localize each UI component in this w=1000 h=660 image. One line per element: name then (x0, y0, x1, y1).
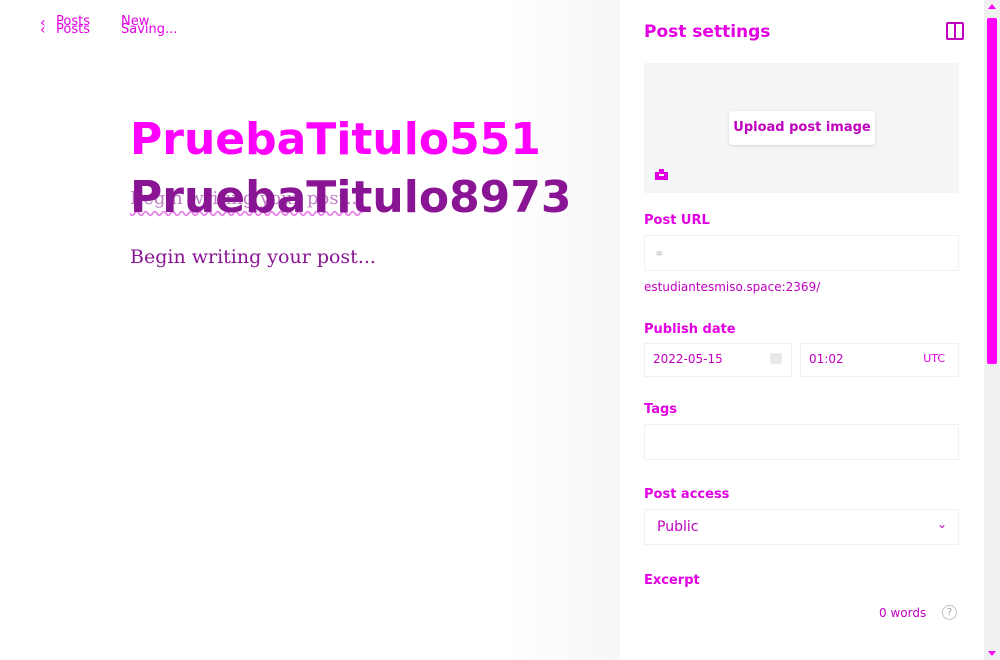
post-url-input[interactable]: ⚭ (644, 235, 959, 271)
scrollbar[interactable] (984, 0, 1000, 660)
publish-date-label: Publish date (644, 322, 736, 337)
excerpt-word-count: 0 words (879, 606, 927, 620)
link-icon: ⚭ (654, 247, 665, 262)
post-access-select[interactable]: Public ⌄ (644, 509, 959, 545)
publish-date-input[interactable]: 2022-05-15 (644, 343, 792, 377)
post-title-overlay[interactable]: PruebaTitulo8973 (130, 176, 572, 220)
calendar-icon[interactable] (770, 353, 782, 364)
back-label-secondary: Posts (56, 22, 90, 37)
save-status: New Saving... (121, 15, 178, 37)
time-value: 01:02 (809, 352, 844, 366)
scrollbar-thumb[interactable] (987, 18, 997, 364)
post-settings-panel: Post settings Upload post image Post URL… (620, 0, 984, 660)
post-url-label: Post URL (644, 213, 710, 228)
tags-label: Tags (644, 402, 678, 417)
tags-input[interactable] (644, 424, 959, 460)
scroll-up-arrow-icon[interactable] (988, 4, 996, 9)
post-title-input[interactable]: PruebaTitulo551 (130, 118, 541, 162)
timezone-label: UTC (923, 352, 945, 365)
panel-title: Post settings (644, 22, 771, 42)
upload-image-button[interactable]: Upload post image (729, 111, 875, 145)
publish-time-input[interactable]: 01:02 UTC (800, 343, 959, 377)
post-body-editor[interactable]: Begin writing your post... (130, 246, 376, 268)
chevron-left-icon: ‹ ‹ (40, 15, 46, 38)
image-icon (655, 169, 668, 180)
post-url-hint: estudiantesmiso.space:2369/ (644, 280, 821, 294)
scroll-down-arrow-icon[interactable] (988, 651, 996, 656)
chevron-down-icon: ⌄ (936, 517, 947, 531)
question-circle-icon[interactable]: ? (942, 605, 957, 620)
excerpt-input[interactable] (644, 595, 959, 599)
excerpt-label: Excerpt (644, 573, 700, 588)
post-access-label: Post access (644, 487, 730, 502)
post-image-dropzone[interactable]: Upload post image (644, 63, 959, 193)
post-access-value: Public (657, 519, 699, 535)
editor-pane: ‹ ‹ Posts Posts New Saving... Begin writi… (0, 0, 620, 660)
sidebar-close-icon[interactable] (946, 22, 964, 40)
back-to-posts-link[interactable]: ‹ ‹ Posts Posts (40, 15, 90, 38)
status-saving: Saving... (121, 22, 178, 37)
date-value: 2022-05-15 (653, 352, 723, 366)
